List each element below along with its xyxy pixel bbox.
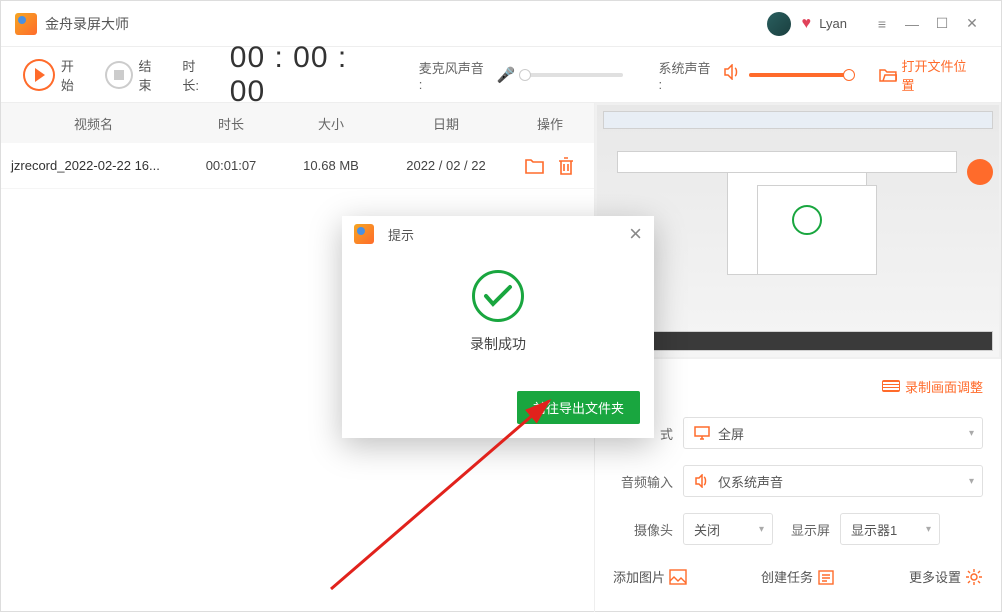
dialog-close-button[interactable]: × xyxy=(629,223,642,245)
chevron-down-icon: ▾ xyxy=(969,476,974,487)
preview-thumbnail[interactable] xyxy=(595,103,1001,359)
speaker-icon xyxy=(723,64,741,85)
close-button[interactable]: ✕ xyxy=(957,9,987,39)
maximize-button[interactable]: ☐ xyxy=(927,9,957,39)
cell-duration: 00:01:07 xyxy=(186,158,276,173)
microphone-icon: 🎤 xyxy=(497,66,516,84)
display-label: 显示屏 xyxy=(791,520,830,539)
chevron-down-icon: ▾ xyxy=(969,428,974,439)
table-row[interactable]: jzrecord_2022-02-22 16... 00:01:07 10.68… xyxy=(1,143,594,189)
cell-date: 2022 / 02 / 22 xyxy=(386,158,506,173)
th-duration: 时长 xyxy=(186,103,276,143)
folder-icon xyxy=(879,67,897,83)
delete-row-icon[interactable] xyxy=(556,156,576,176)
cell-size: 10.68 MB xyxy=(276,158,386,173)
minimize-button[interactable]: — xyxy=(897,9,927,39)
menu-button[interactable]: ≡ xyxy=(867,9,897,39)
stop-label: 结束 xyxy=(139,56,165,94)
cell-name: jzrecord_2022-02-22 16... xyxy=(1,158,186,173)
th-date: 日期 xyxy=(386,103,506,143)
stop-icon xyxy=(114,70,124,80)
open-row-folder-icon[interactable] xyxy=(524,156,546,176)
success-dialog: 提示 × 录制成功 前往导出文件夹 xyxy=(342,216,654,438)
stop-record-button[interactable] xyxy=(105,61,133,89)
duration-label: 时长: xyxy=(182,56,211,94)
app-logo-icon xyxy=(15,13,37,35)
image-icon xyxy=(669,569,687,585)
timer-display: 00 : 00 : 00 xyxy=(230,41,391,109)
tab-adjust-recording[interactable]: 录制画面调整 xyxy=(882,377,983,396)
more-settings-button[interactable]: 更多设置 xyxy=(909,567,983,586)
success-check-icon xyxy=(472,270,524,322)
mode-select[interactable]: 全屏▾ xyxy=(683,417,983,449)
audio-select[interactable]: 仅系统声音▾ xyxy=(683,465,983,497)
start-record-button[interactable] xyxy=(23,59,55,91)
add-image-button[interactable]: 添加图片 xyxy=(613,567,687,586)
user-avatar[interactable] xyxy=(767,12,791,36)
app-title: 金舟录屏大师 xyxy=(45,14,129,34)
toolbar: 开始 结束 时长: 00 : 00 : 00 麦克风声音 : 🎤 系统声音 : … xyxy=(1,47,1001,103)
chevron-down-icon: ▾ xyxy=(759,524,764,535)
dialog-title: 提示 xyxy=(388,225,414,244)
titlebar: 金舟录屏大师 ♥ Lyan ≡ — ☐ ✕ xyxy=(1,1,1001,47)
mic-label: 麦克风声音 : xyxy=(419,58,491,92)
monitor-icon xyxy=(694,426,710,440)
play-icon xyxy=(35,68,45,82)
go-to-export-folder-button[interactable]: 前往导出文件夹 xyxy=(517,391,640,424)
task-icon xyxy=(817,569,835,585)
username: Lyan xyxy=(819,16,847,31)
th-actions: 操作 xyxy=(506,103,594,143)
mic-volume-slider[interactable] xyxy=(523,73,622,77)
dialog-message: 录制成功 xyxy=(342,334,654,354)
right-panel: 设置 录制画面调整 式 全屏▾ 音频输入 仅系统声音▾ 摄像头 关闭▾ xyxy=(595,103,1001,612)
settings-panel: 设置 录制画面调整 式 全屏▾ 音频输入 仅系统声音▾ 摄像头 关闭▾ xyxy=(595,359,1001,612)
camera-select[interactable]: 关闭▾ xyxy=(683,513,773,545)
open-folder-button[interactable]: 打开文件位置 xyxy=(879,56,979,94)
gear-icon xyxy=(965,568,983,586)
table-header: 视频名 时长 大小 日期 操作 xyxy=(1,103,594,143)
sys-sound-label: 系统声音 : xyxy=(659,58,718,92)
th-name: 视频名 xyxy=(1,103,186,143)
open-folder-label: 打开文件位置 xyxy=(902,56,979,94)
vip-heart-icon[interactable]: ♥ xyxy=(797,15,815,33)
chevron-down-icon: ▾ xyxy=(926,524,931,535)
th-size: 大小 xyxy=(276,103,386,143)
start-label: 开始 xyxy=(61,56,87,94)
sys-volume-slider[interactable] xyxy=(749,73,848,77)
dialog-logo-icon xyxy=(354,224,374,244)
create-task-button[interactable]: 创建任务 xyxy=(761,567,835,586)
audio-label: 音频输入 xyxy=(613,472,673,491)
speaker-small-icon xyxy=(694,474,710,488)
display-select[interactable]: 显示器1▾ xyxy=(840,513,940,545)
camera-label: 摄像头 xyxy=(613,520,673,539)
